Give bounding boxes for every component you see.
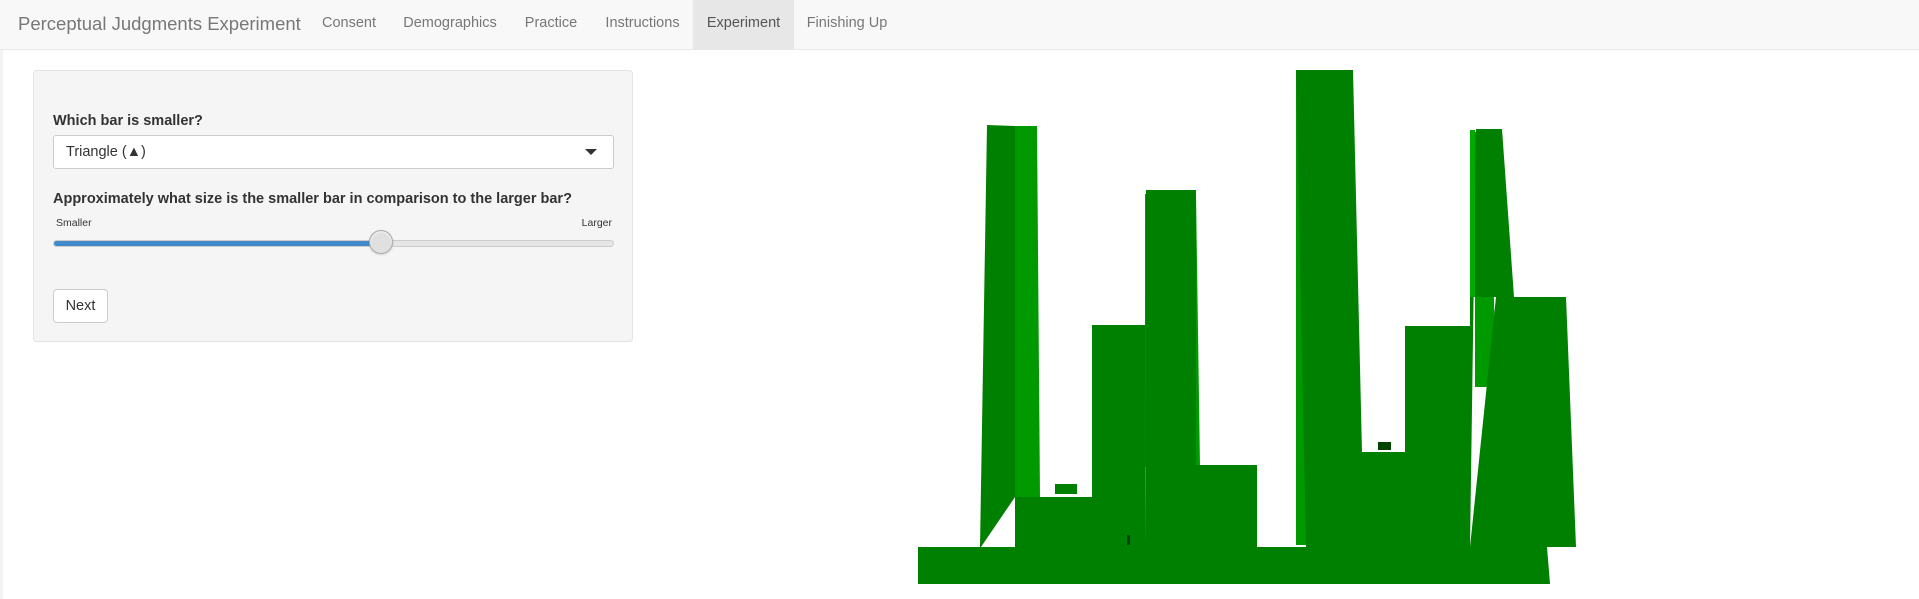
navbar: Perceptual Judgments Experiment Consent … bbox=[0, 0, 1919, 50]
triangle-marker-icon bbox=[1127, 535, 1130, 545]
bar-j-top bbox=[1470, 130, 1475, 297]
bar-b-step bbox=[1015, 497, 1092, 547]
tab-instructions[interactable]: Instructions bbox=[595, 0, 690, 49]
small-block bbox=[1055, 484, 1077, 494]
bar-e bbox=[1196, 465, 1257, 547]
question-size-ratio-label: Approximately what size is the smaller b… bbox=[53, 191, 572, 207]
bar-h bbox=[1405, 326, 1470, 547]
question-panel: Which bar is smaller? Triangle (▲) Appro… bbox=[33, 70, 633, 342]
tab-label: Practice bbox=[524, 15, 578, 31]
slider-min-label: Smaller bbox=[56, 217, 92, 229]
tab-demographics[interactable]: Demographics bbox=[393, 0, 507, 49]
bar-f bbox=[1296, 70, 1362, 547]
left-edge-strip bbox=[0, 50, 3, 599]
tab-practice[interactable]: Practice bbox=[513, 0, 589, 49]
tab-experiment[interactable]: Experiment bbox=[693, 0, 794, 49]
select-current-value: Triangle (▲) bbox=[66, 144, 146, 160]
size-ratio-slider-track[interactable] bbox=[53, 240, 614, 247]
bar-d bbox=[1145, 190, 1196, 547]
bar-c bbox=[1092, 325, 1145, 547]
slider-handle[interactable] bbox=[369, 230, 394, 254]
tab-label: Demographics bbox=[403, 15, 497, 31]
question-smaller-bar-label: Which bar is smaller? bbox=[53, 113, 203, 129]
brand-title[interactable]: Perceptual Judgments Experiment bbox=[18, 0, 301, 49]
tab-label: Instructions bbox=[605, 15, 680, 31]
smaller-bar-select[interactable]: Triangle (▲) bbox=[53, 135, 614, 169]
bar-a-side bbox=[1015, 126, 1040, 497]
bar-g bbox=[1353, 452, 1405, 547]
circle-marker-icon bbox=[1378, 442, 1391, 450]
tab-label: Finishing Up bbox=[806, 15, 888, 31]
base-slab bbox=[918, 547, 1550, 584]
bar-a bbox=[980, 125, 1015, 547]
tab-label: Consent bbox=[321, 15, 376, 31]
tab-finishing-up[interactable]: Finishing Up bbox=[798, 0, 896, 49]
tab-label: Experiment bbox=[706, 15, 781, 31]
bar-chart-stimulus bbox=[918, 70, 1576, 584]
caret-down-icon bbox=[585, 149, 597, 155]
slider-fill bbox=[54, 241, 381, 246]
next-button[interactable]: Next bbox=[53, 289, 108, 323]
tab-consent[interactable]: Consent bbox=[312, 0, 386, 49]
slider-max-label: Larger bbox=[581, 217, 612, 229]
